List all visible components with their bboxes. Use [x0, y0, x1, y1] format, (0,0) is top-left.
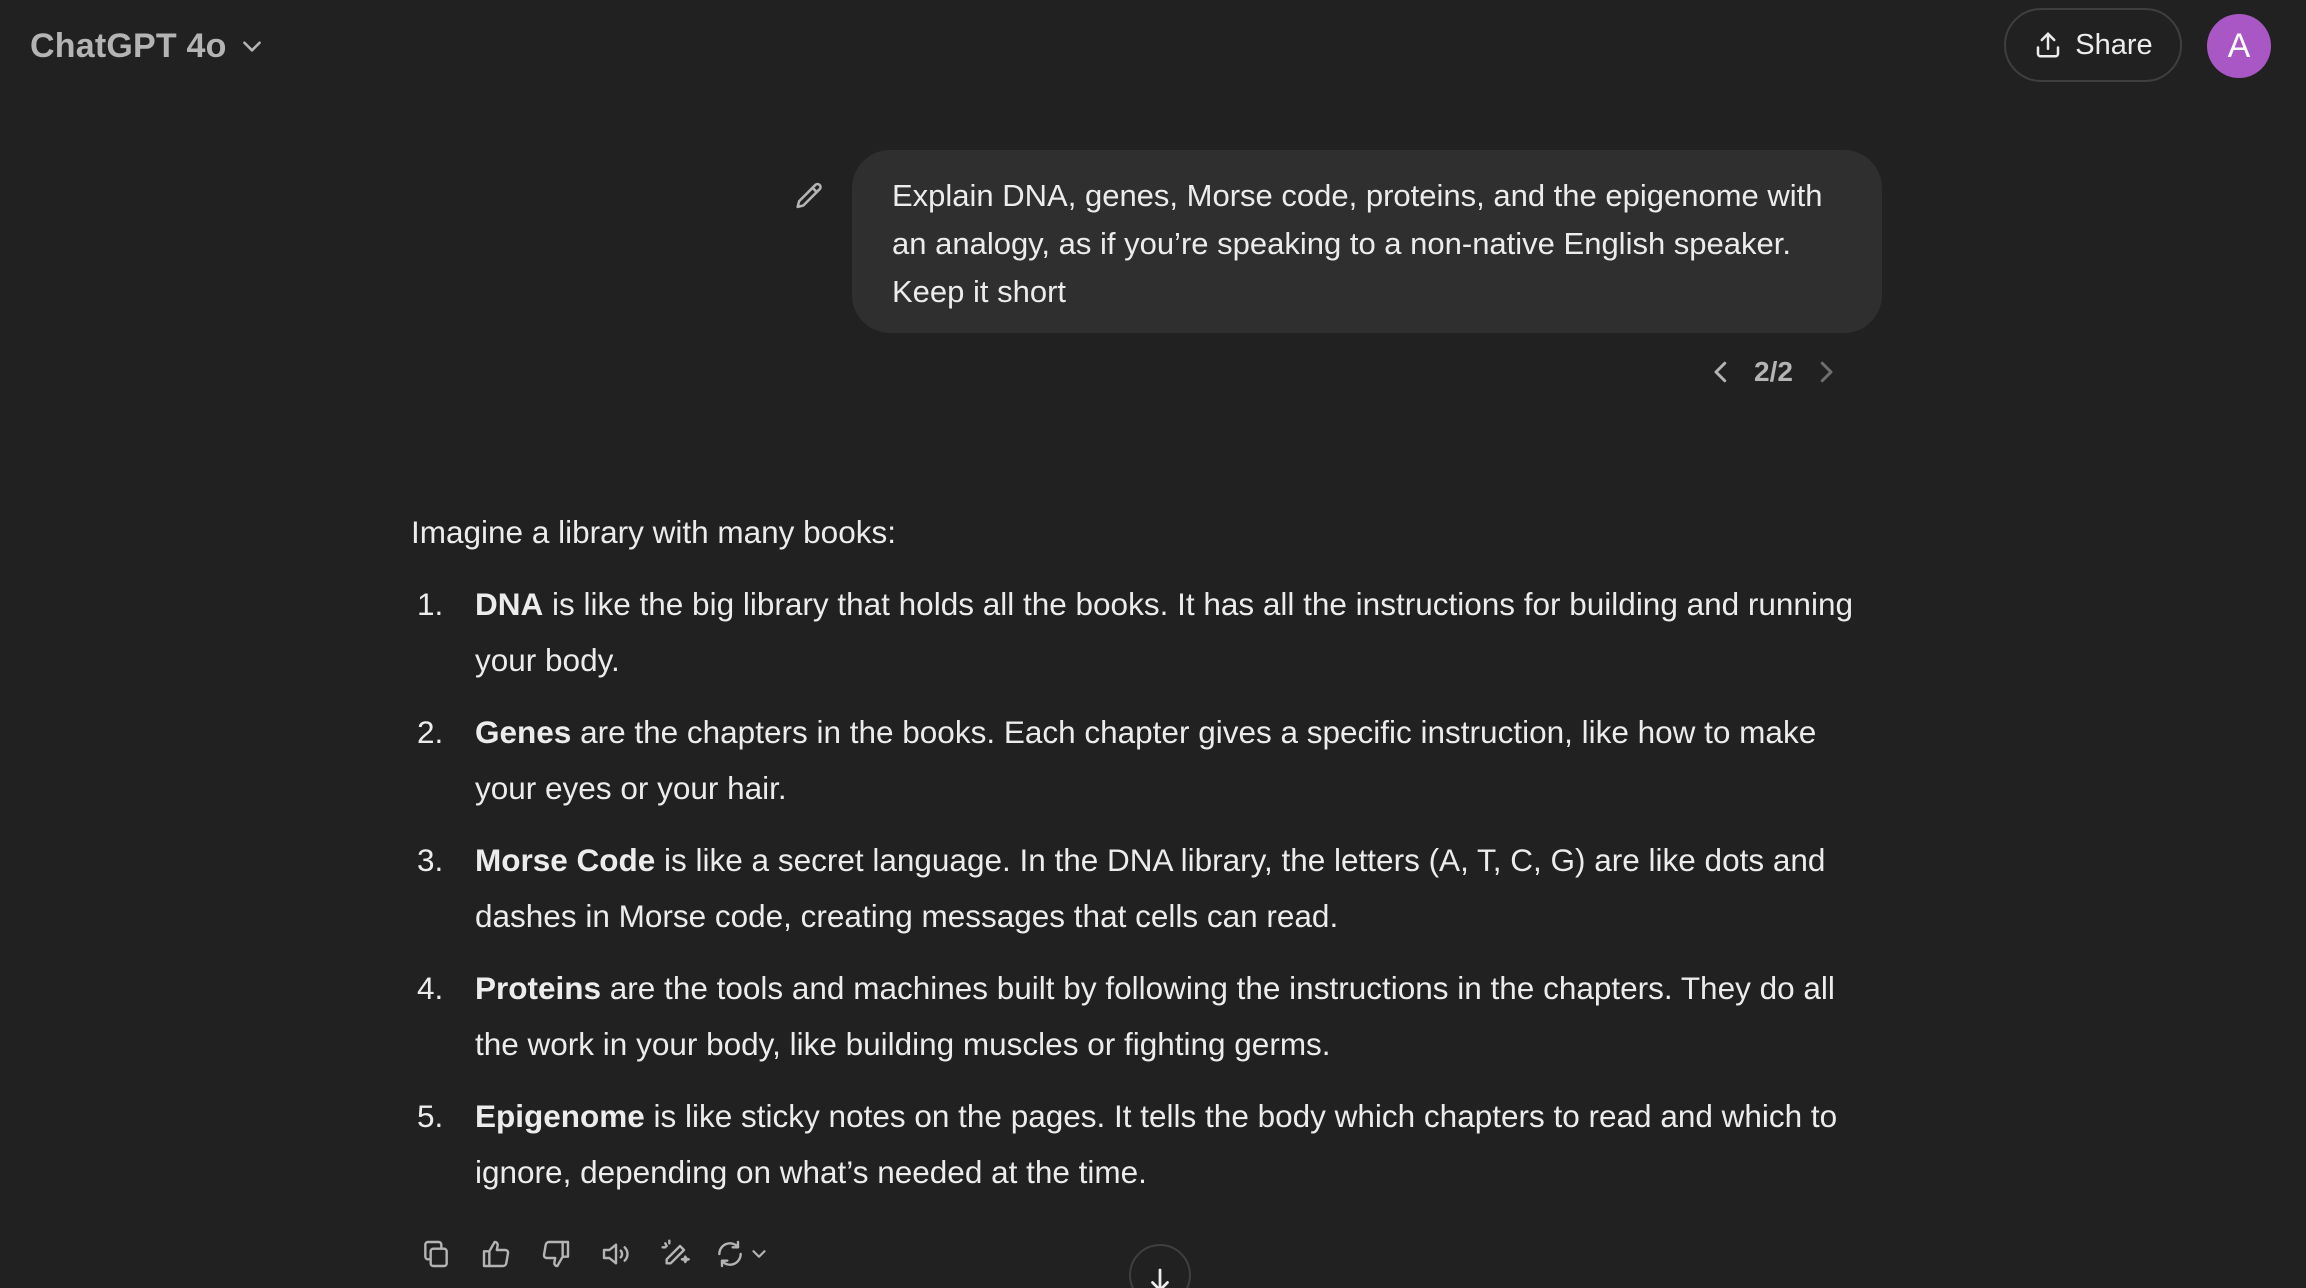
chat-page: ChatGPT 4o Share A Explain DNA, genes, M… — [0, 0, 2306, 1288]
list-item: 5. Epigenome is like sticky notes on the… — [411, 1088, 1871, 1200]
upload-icon — [2037, 32, 2060, 58]
message-pager: 2/2 — [1706, 352, 1841, 392]
share-button[interactable]: Share — [2004, 8, 2182, 82]
model-title: ChatGPT 4o — [30, 26, 227, 65]
list-item: 4. Proteins are the tools and machines b… — [411, 960, 1871, 1072]
list-item: 2. Genes are the chapters in the books. … — [411, 704, 1871, 816]
list-text: are the chapters in the books. Each chap… — [475, 714, 1817, 806]
list-number: 2. — [417, 714, 444, 750]
avatar[interactable]: A — [2207, 14, 2271, 78]
list-item: 1. DNA is like the big library that hold… — [411, 576, 1871, 688]
copy-icon[interactable] — [414, 1232, 458, 1276]
edit-canvas-icon[interactable] — [654, 1232, 698, 1276]
regenerate-icon[interactable] — [714, 1238, 770, 1270]
response-intro: Imagine a library with many books: — [411, 514, 896, 550]
chevron-left-icon[interactable] — [1706, 357, 1736, 387]
list-term: Proteins — [475, 970, 602, 1006]
pager-count: 2/2 — [1754, 356, 1793, 387]
list-text: is like a secret language. In the DNA li… — [475, 842, 1826, 934]
list-number: 5. — [417, 1098, 444, 1134]
list-term: Morse Code — [475, 842, 656, 878]
scroll-to-bottom-button[interactable] — [1129, 1244, 1191, 1288]
chevron-down-icon — [239, 33, 265, 59]
assistant-message: Imagine a library with many books: 1. DN… — [411, 504, 1871, 1200]
list-number: 4. — [417, 970, 444, 1006]
list-text: is like sticky notes on the pages. It te… — [475, 1098, 1838, 1190]
list-text: is like the big library that holds all t… — [475, 586, 1853, 678]
arrow-down-icon — [1151, 1268, 1169, 1288]
avatar-letter: A — [2227, 26, 2251, 65]
list-term: DNA — [475, 586, 544, 622]
chevron-right-icon[interactable] — [1811, 357, 1841, 387]
model-switcher[interactable]: ChatGPT 4o — [30, 20, 265, 72]
share-label: Share — [2075, 28, 2153, 61]
pencil-icon[interactable] — [792, 180, 826, 214]
response-list: 1. DNA is like the big library that hold… — [411, 576, 1871, 1200]
list-text: are the tools and machines built by foll… — [475, 970, 1835, 1062]
user-message-text: Explain DNA, genes, Morse code, proteins… — [892, 178, 1823, 309]
thumbs-up-icon[interactable] — [474, 1232, 518, 1276]
list-item: 3. Morse Code is like a secret language.… — [411, 832, 1871, 944]
list-term: Genes — [475, 714, 572, 750]
read-aloud-icon[interactable] — [594, 1232, 638, 1276]
user-message-bubble: Explain DNA, genes, Morse code, proteins… — [852, 150, 1882, 333]
list-term: Epigenome — [475, 1098, 645, 1134]
thumbs-down-icon[interactable] — [534, 1232, 578, 1276]
message-actions — [414, 1232, 770, 1276]
chevron-down-icon — [752, 1250, 766, 1258]
list-number: 3. — [417, 842, 444, 878]
list-number: 1. — [417, 586, 444, 622]
